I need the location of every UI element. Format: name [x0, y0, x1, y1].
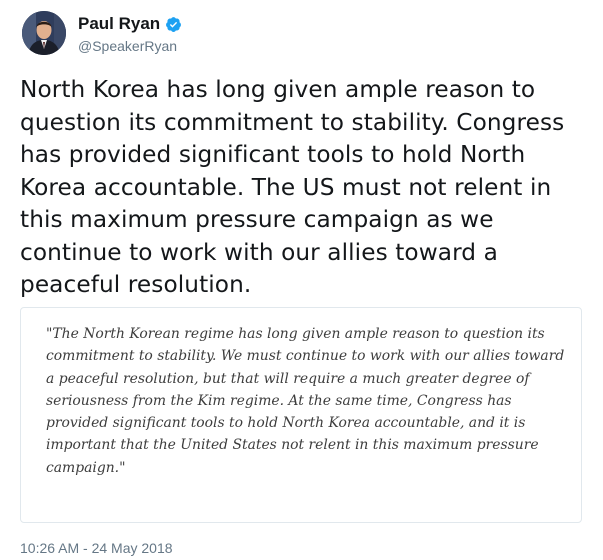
- tweet: Paul Ryan @SpeakerRyan North Korea has l…: [0, 0, 603, 560]
- author-display-name[interactable]: Paul Ryan: [78, 14, 160, 34]
- author-handle[interactable]: @SpeakerRyan: [78, 38, 177, 54]
- profile-photo-icon: [22, 11, 66, 55]
- avatar[interactable]: [22, 11, 66, 55]
- quoted-statement-text: "The North Korean regime has long given …: [46, 326, 565, 476]
- verified-badge-icon: [165, 16, 182, 33]
- quoted-statement-image[interactable]: "The North Korean regime has long given …: [20, 307, 582, 523]
- tweet-timestamp[interactable]: 10:26 AM - 24 May 2018: [20, 540, 173, 556]
- author-name-row[interactable]: Paul Ryan: [78, 12, 182, 36]
- tweet-text: North Korea has long given ample reason …: [20, 76, 565, 298]
